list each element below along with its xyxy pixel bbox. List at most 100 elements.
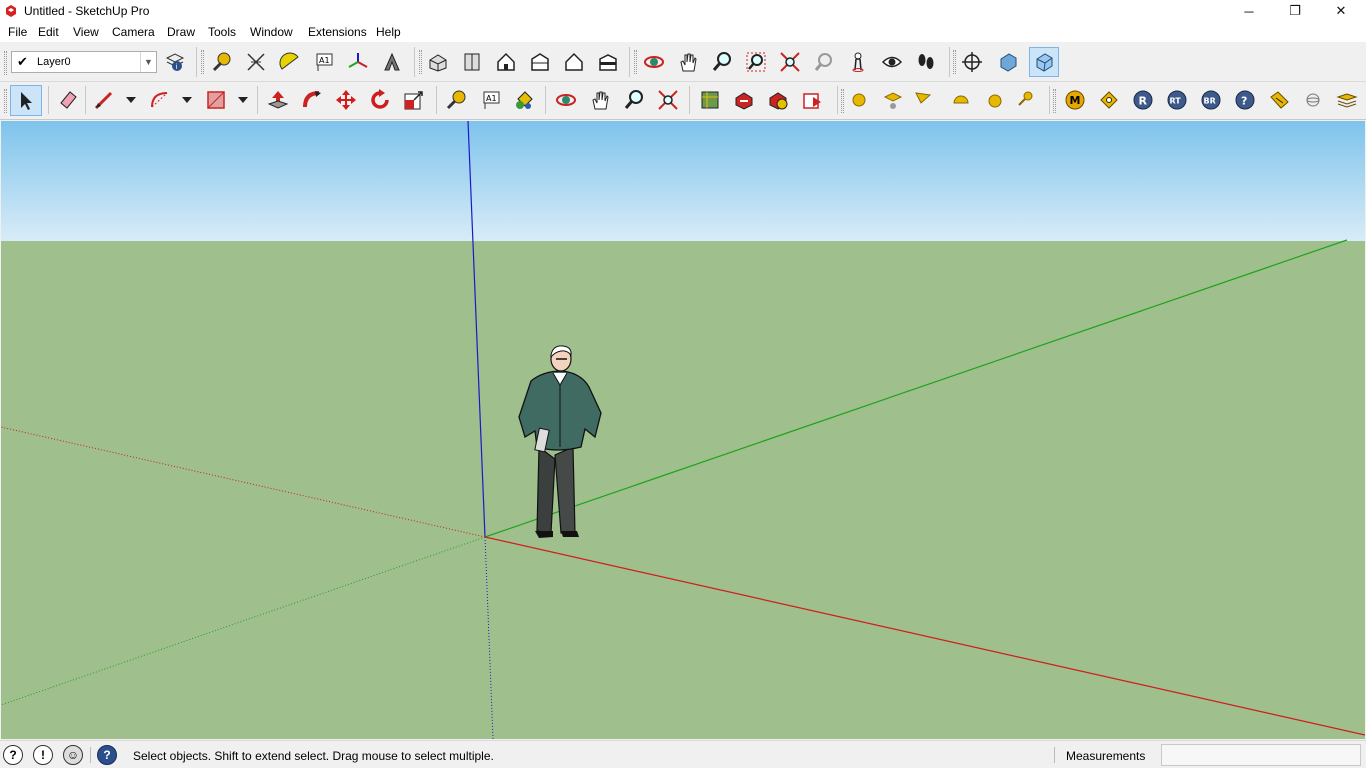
display-section-cuts-button[interactable]	[1029, 47, 1059, 77]
back-view-button[interactable]	[561, 49, 587, 75]
tag-button[interactable]	[1096, 87, 1122, 113]
dome-button[interactable]	[948, 87, 974, 113]
tape-measure-button-2[interactable]	[443, 87, 469, 113]
menu-draw[interactable]: Draw	[167, 25, 195, 39]
toolbar-grip[interactable]	[419, 50, 422, 74]
user-account-icon[interactable]: ☺	[63, 745, 83, 765]
geo-location-icon[interactable]: ?	[3, 745, 23, 765]
br-button[interactable]: BR	[1198, 87, 1224, 113]
paint-bucket-button[interactable]	[511, 87, 537, 113]
instructor-help-icon[interactable]: ?	[97, 745, 117, 765]
hat-button[interactable]	[880, 87, 906, 113]
flag-button[interactable]	[910, 87, 936, 113]
layers-stack-button[interactable]	[1334, 87, 1360, 113]
section-plane-icon	[962, 52, 982, 72]
credits-icon[interactable]: !	[33, 745, 53, 765]
protractor-button[interactable]	[277, 49, 303, 75]
orbit-button-2[interactable]	[553, 87, 579, 113]
walk-icon	[918, 54, 934, 69]
toolbar-grip[interactable]	[1053, 89, 1056, 113]
rotate-button[interactable]	[367, 87, 393, 113]
toolbar-grip[interactable]	[4, 89, 7, 113]
menu-window[interactable]: Window	[250, 25, 293, 39]
line-button[interactable]	[91, 87, 117, 113]
iso-view-button[interactable]	[425, 49, 451, 75]
text-button-2[interactable]: A1	[477, 87, 503, 113]
left-view-button[interactable]	[595, 49, 621, 75]
layer-select[interactable]: ✔ Layer0 ▼	[11, 51, 157, 73]
pan-button[interactable]	[675, 49, 701, 75]
chevron-down-icon[interactable]	[181, 87, 193, 113]
pan-button-2[interactable]	[587, 87, 613, 113]
text-button[interactable]: A1	[311, 49, 337, 75]
measurements-input[interactable]	[1161, 744, 1361, 766]
svg-text:M: M	[1070, 94, 1081, 107]
get-models-button[interactable]	[765, 87, 791, 113]
zoom-extents-button[interactable]	[777, 49, 803, 75]
help-button[interactable]: ?	[1232, 87, 1258, 113]
chevron-down-icon[interactable]	[125, 87, 137, 113]
key-button[interactable]	[1012, 87, 1038, 113]
tape-measure-button[interactable]	[209, 49, 235, 75]
toolbar-grip[interactable]	[201, 50, 204, 74]
m-button[interactable]: M	[1062, 87, 1088, 113]
scale-button[interactable]	[401, 87, 427, 113]
menu-file[interactable]: File	[8, 25, 27, 39]
toolbar-grip[interactable]	[953, 50, 956, 74]
top-view-button[interactable]	[459, 49, 485, 75]
toolbar-grip[interactable]	[634, 50, 637, 74]
zoom-icon	[624, 90, 643, 109]
section-plane-button[interactable]	[959, 49, 985, 75]
layer-manager-button[interactable]: i	[162, 49, 188, 75]
position-camera-button[interactable]	[845, 49, 871, 75]
previous-view-button[interactable]	[811, 49, 837, 75]
label-button[interactable]	[1266, 87, 1292, 113]
menu-edit[interactable]: Edit	[38, 25, 59, 39]
look-around-button[interactable]	[879, 49, 905, 75]
zoom-button-2[interactable]	[621, 87, 647, 113]
menu-camera[interactable]: Camera	[112, 25, 155, 39]
chevron-down-icon[interactable]: ▼	[140, 52, 156, 72]
menu-extensions[interactable]: Extensions	[308, 25, 367, 39]
maximize-button[interactable]: ❐	[1272, 0, 1318, 22]
r-button[interactable]: R	[1130, 87, 1156, 113]
menu-tools[interactable]: Tools	[208, 25, 236, 39]
move-button[interactable]	[333, 87, 359, 113]
sphere-button[interactable]	[846, 87, 872, 113]
eraser-button[interactable]	[55, 87, 81, 113]
axes-button[interactable]	[345, 49, 371, 75]
menu-view[interactable]: View	[73, 25, 99, 39]
menu-help[interactable]: Help	[376, 25, 401, 39]
walk-button[interactable]	[913, 49, 939, 75]
display-section-planes-button[interactable]	[995, 49, 1021, 75]
push-pull-button[interactable]	[265, 87, 291, 113]
send-to-layout-button[interactable]	[799, 87, 825, 113]
front-view-button[interactable]	[493, 49, 519, 75]
3d-text-button[interactable]	[379, 49, 405, 75]
toolbar-grip[interactable]	[841, 89, 844, 113]
sphere-outline-button[interactable]	[1300, 87, 1326, 113]
blue-axis-negative	[484, 536, 494, 739]
drawing-viewport[interactable]	[1, 121, 1365, 739]
right-view-button[interactable]	[527, 49, 553, 75]
toolbar-grip[interactable]	[4, 51, 7, 75]
close-button[interactable]: ✕	[1318, 0, 1364, 22]
ball-button[interactable]	[982, 87, 1008, 113]
chevron-down-icon[interactable]	[237, 87, 249, 113]
rt-button[interactable]: RT	[1164, 87, 1190, 113]
rectangle-button[interactable]	[203, 87, 229, 113]
dimension-button[interactable]	[243, 49, 269, 75]
zoom-extents-button-2[interactable]	[655, 87, 681, 113]
share-model-button[interactable]	[731, 87, 757, 113]
arc-button[interactable]	[147, 87, 173, 113]
zoom-window-button[interactable]	[743, 49, 769, 75]
tape-measure-icon	[212, 52, 231, 72]
zoom-button[interactable]	[709, 49, 735, 75]
select-icon	[21, 91, 32, 110]
select-button[interactable]	[10, 85, 42, 116]
green-axis-negative	[1, 536, 486, 706]
follow-me-button[interactable]	[299, 87, 325, 113]
3d-warehouse-button[interactable]	[697, 87, 723, 113]
minimize-button[interactable]: ─	[1226, 0, 1272, 22]
orbit-button[interactable]	[641, 49, 667, 75]
